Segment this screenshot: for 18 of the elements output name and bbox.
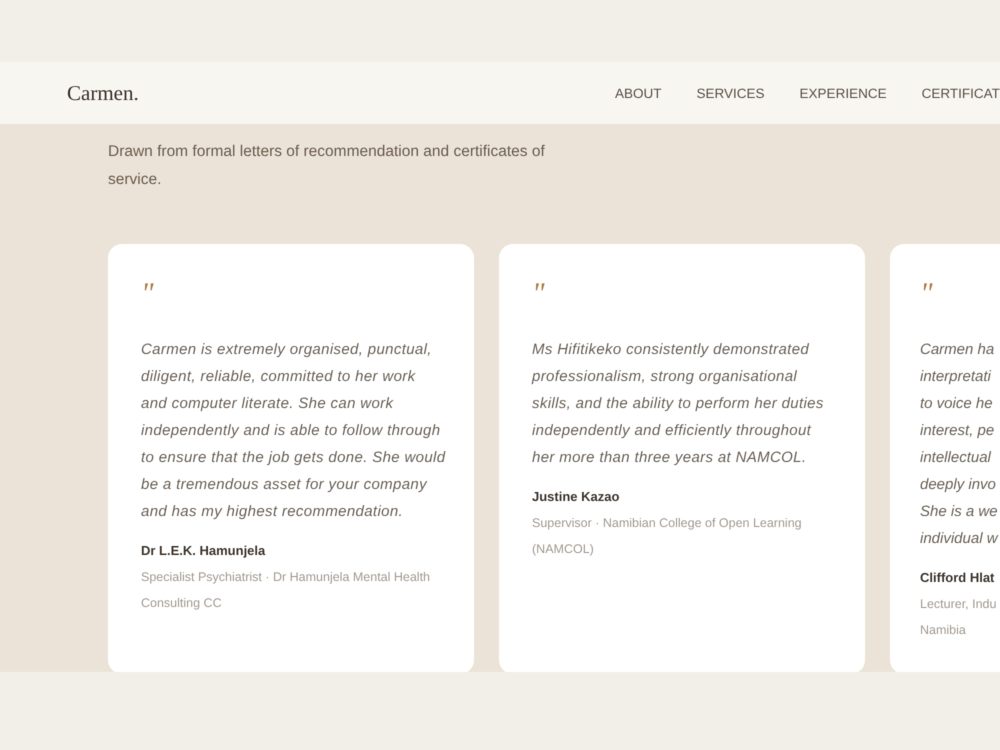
- author-name: Clifford Hlat: [920, 570, 996, 585]
- quote-text: Carmen ha interpretati to voice he interest, pe intellectual deeply invo She is a we individual w: [920, 340, 1000, 549]
- quote-mark: ": [920, 282, 933, 306]
- nav-link[interactable]: SERVICES: [696, 86, 765, 100]
- nav-link[interactable]: CERTIFICAT: [922, 86, 1000, 100]
- author-role: Supervisor · Namibian College of Open Learning (NAMCOL): [532, 515, 803, 558]
- quote-mark: ": [532, 282, 545, 306]
- nav-link[interactable]: EXPERIENCE: [800, 86, 887, 100]
- quote-mark: ": [141, 282, 154, 306]
- quote-text: Ms Hifitikeko consistently demonstrated professionalism, strong organisational skills, and the ability to perform her duties independently and efficiently throughout her more than three years at NAMCOL.: [532, 340, 825, 468]
- nav-link[interactable]: ABOUT: [615, 86, 662, 100]
- author-name: Dr L.E.K. Hamunjela: [141, 543, 266, 558]
- quote-text: Carmen is extremely organised, punctual, diligent, reliable, committed to her work and computer literate. She can work independently and is able to follow through to ensure that the job gets done. She would be a tremendous asset for your company and has my highest recommendation.: [141, 340, 446, 522]
- author-role: Specialist Psychiatrist · Dr Hamunjela Mental Health Consulting CC: [141, 569, 431, 612]
- author-name: Justine Kazao: [532, 489, 620, 504]
- intro-text: Drawn from formal letters of recommendation and certificates of service.: [108, 142, 546, 190]
- author-role: Lecturer, Indu Namibia: [920, 596, 998, 639]
- logo[interactable]: Carmen.: [67, 80, 615, 106]
